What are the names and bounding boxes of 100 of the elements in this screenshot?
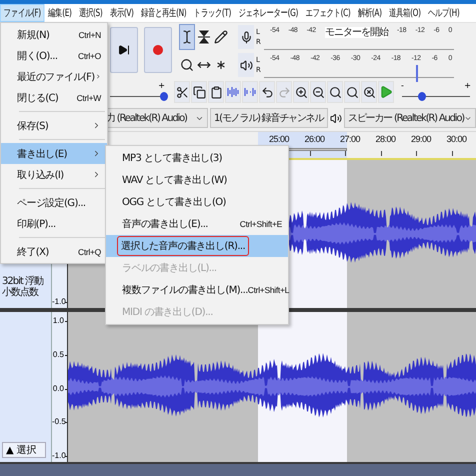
menu-entry[interactable]: 印刷(P)... [1,213,107,234]
speaker-icon [330,112,342,124]
chevron-icon [92,170,101,179]
toolbar-button[interactable] [259,81,275,103]
channel-dropdown[interactable]: 1(モノラル) 録音チャンネル [210,108,328,128]
toolbar-button[interactable] [191,81,207,103]
menu-item[interactable]: ヘルプ(H) [424,4,464,22]
menu-entry-label: 印刷(P)... [17,218,56,230]
scale-label: -0.5 [52,417,67,426]
time-label: 29:00 [410,134,432,144]
toolbar-button[interactable] [174,81,190,103]
menu-item[interactable]: 解析(A) [354,4,386,22]
menu-entry[interactable]: OGG として書き出し(O) [106,191,288,213]
chevron-icon [94,72,101,81]
menu-entry[interactable]: 終了(X) Ctrl+Q [1,241,107,262]
scissors-icon [176,86,188,98]
plus-sign: + [158,81,165,90]
menu-entry-label: 音声の書き出し(E)... [122,218,208,231]
toolbar-button[interactable] [361,81,377,103]
undo-icon [260,86,274,98]
speaker-icon [240,58,252,72]
output-device-dropdown[interactable]: スピーカー (Realtek(R) Audio) [344,108,476,128]
scale-label: 0.0 [52,384,67,392]
menu-item[interactable]: 録音と再生(N) [137,4,190,22]
scale-label: -1.0 [52,451,67,460]
toolbar-button[interactable] [327,81,343,103]
magnifier-icon [346,86,358,98]
shortcut-label: Ctrl+W [76,92,101,102]
menu-entry[interactable]: ページ設定(G)... [1,192,107,213]
menu-entry[interactable]: 書き出し(E) [1,143,107,164]
toolbar-button[interactable] [208,81,224,103]
shortcut-label: Ctrl+N [78,30,101,40]
time-label: 27:00 [340,134,360,144]
chevron-icon [92,121,101,130]
menu-entry-label: MIDI の書き出し(D)... [122,306,213,319]
sample-format-label: 32bit 浮動小数点数 [2,276,44,298]
zoom-in-icon [294,86,308,98]
time-label: 25:00 [268,134,290,144]
monitor-prompt[interactable]: モニターを開始 [324,26,388,38]
slider[interactable]: - + [398,81,474,103]
shortcut-label: Ctrl+Shift+L [248,285,290,295]
menu-entry-label: WAV として書き出し(W) [122,174,227,187]
menu-entry[interactable]: 最近のファイル(F) [1,66,107,87]
menu-item[interactable]: ファイル(F) [0,4,44,22]
menu-entry[interactable]: 複数ファイルの書き出し(M)...Ctrl+Shift+L [106,279,288,301]
menu-entry-label: 書き出し(E) [17,148,67,160]
slider[interactable]: + [106,81,168,103]
shortcut-label: Ctrl+Shift+E [240,219,282,229]
menu-item[interactable]: 編集(E) [44,4,76,22]
select-button[interactable]: ▲ 選択 [2,442,46,458]
microphone-icon [240,30,252,44]
menu-item[interactable]: 選択(S) [75,4,106,22]
transport-button[interactable] [110,27,138,73]
tool-button[interactable] [179,24,195,50]
magnifier-icon [362,86,376,98]
toolbar-button[interactable] [344,81,360,103]
menu-entry-label: 複数ファイルの書き出し(M)... [122,284,248,297]
time-label: 26:00 [304,134,325,144]
record-icon [153,45,163,55]
menu-entry[interactable]: 音声の書き出し(E)... Ctrl+Shift+E [106,213,288,235]
magnifier-icon [328,86,342,98]
menu-entry-label: 取り込み(I) [17,168,64,182]
toolbar-button[interactable] [293,81,309,103]
menu-item[interactable]: ジェネレーター(G) [234,4,302,22]
menu-item[interactable]: エフェクト(C) [302,4,354,22]
menu-item[interactable]: 表示(V) [106,4,138,22]
play-icon [379,85,393,99]
shortcut-label: Ctrl+Q [78,246,101,256]
converging-arrows-icon [197,30,211,44]
menu-entry[interactable]: 開く(O)... Ctrl+O [1,45,107,66]
scale-label: 0.5 [52,350,67,359]
pencil-icon [214,30,228,44]
chevron-icon [92,149,101,158]
menu-entry-label: 開く(O)... [17,50,58,62]
scale-label: 1.0 [52,316,67,325]
trim-waveform-icon [227,85,239,99]
menu-entry-label: ラベルの書き出し(L)... [122,262,217,275]
scale-label: -1.0 [52,297,67,306]
zoom-out-icon [312,86,324,98]
menu-entry-label: OGG として書き出し(O) [122,196,226,209]
menu-item[interactable]: トラック(T) [190,4,235,22]
menu-entry[interactable]: WAV として書き出し(W) [106,169,288,191]
menu-entry-label: 最近のファイル(F) [17,70,95,84]
menu-entry[interactable]: 閉じる(C) Ctrl+W [1,87,107,108]
meter-button[interactable] [238,53,254,77]
menu-entry-label: 新規(N) [17,28,50,42]
clipboard-icon [210,86,222,98]
meter-button[interactable] [238,25,254,49]
menu-entry[interactable]: 新規(N) Ctrl+N [1,24,107,45]
shortcut-label: Ctrl+O [78,50,101,60]
silence-waveform-icon [244,85,256,99]
slider-thumb[interactable] [160,92,168,101]
toolbar-button[interactable] [310,81,326,103]
plus-sign: + [464,81,471,90]
menu-entry[interactable]: 取り込み(I) [1,164,107,185]
menu-entry[interactable]: 選択した音声の書き出し(R)... [106,235,288,257]
skip-to-end-icon [118,44,130,56]
menu-entry-label: 選択した音声の書き出し(R)... [117,236,250,256]
slider-thumb[interactable] [418,92,426,101]
menu-item[interactable]: 道具箱(O) [385,4,424,22]
